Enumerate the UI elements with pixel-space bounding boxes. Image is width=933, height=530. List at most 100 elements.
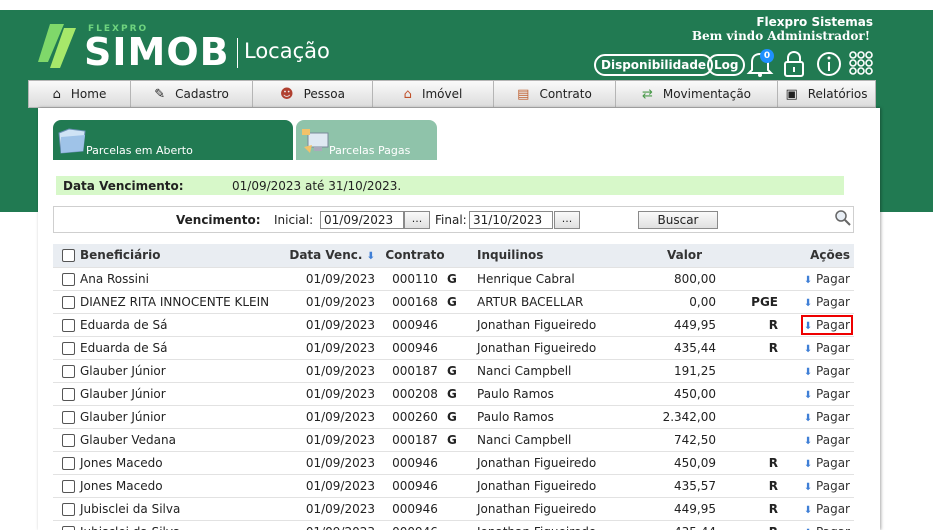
cell-status-flag: R [716,496,786,520]
apps-grid-icon[interactable] [848,50,874,76]
pagar-label: Pagar [816,478,850,493]
inicial-date-picker-button[interactable]: ... [404,211,430,229]
arrow-down-icon: ⬇ [803,481,813,493]
pagar-label: Pagar [816,409,850,424]
cell-guarantee-flag [447,496,477,520]
row-checkbox[interactable] [61,502,75,516]
pagar-button[interactable]: ⬇ Pagar [804,295,850,309]
pagar-button[interactable]: ⬇ Pagar [804,502,850,516]
row-checkbox[interactable] [61,341,75,355]
folder-icon [58,128,86,154]
cell-guarantee-flag: G [447,289,477,313]
pagar-button[interactable]: ⬇ Pagar [804,272,850,286]
search-icon[interactable] [834,209,852,227]
cell-beneficiario: Jubisclei da Silva [80,496,276,520]
welcome-text: Bem vindo Administrador! [691,29,870,43]
row-checkbox[interactable] [61,433,75,447]
col-contrato[interactable]: Contrato [383,244,447,267]
nav-home[interactable]: ⌂ Home [29,81,131,107]
cell-data-venc: 01/09/2023 [276,519,383,530]
cell-data-venc: 01/09/2023 [276,381,383,405]
cell-contrato: 000187 [383,358,447,382]
col-inquilinos[interactable]: Inquilinos [477,244,621,267]
home-icon: ⌂ [52,86,61,102]
cell-status-flag [716,427,786,451]
table-row: Jubisclei da Silva01/09/2023000946 Jonath… [53,519,854,530]
col-beneficiario[interactable]: Beneficiário [80,244,276,267]
contract-icon: ▤ [517,86,530,102]
pagar-button[interactable]: ⬇ Pagar [804,410,850,424]
table-row: Jones Macedo 01/09/2023 000946 Jonathan Fig… [53,473,854,497]
nav-relatorios[interactable]: ▣ Relatórios [778,81,875,107]
pagar-button[interactable]: ⬇ Pagar [804,456,850,470]
log-button[interactable]: Log [707,54,746,76]
col-valor[interactable]: Valor [621,244,716,267]
nav-cadastro[interactable]: ✎ Cadastro [131,81,253,107]
row-checkbox[interactable] [61,456,75,470]
tab-parcelas-pagas[interactable]: Parcelas Pagas [296,120,437,160]
nav-imovel[interactable]: ⌂ Imóvel [373,81,494,107]
cell-status-flag: R [716,519,786,530]
cell-inquilino: ARTUR BACELLAR [477,289,621,313]
row-checkbox[interactable] [61,387,75,401]
pagar-button[interactable]: ⬇ Pagar [804,341,850,355]
row-checkbox[interactable] [61,410,75,424]
table-row: Ana Rossini 01/09/2023 000110 G Henrique Cab… [53,266,854,290]
pagar-button[interactable]: ⬇ Pagar [804,525,850,530]
final-date-picker-button[interactable]: ... [554,211,580,229]
pagar-button[interactable]: ⬇ Pagar [804,433,850,447]
pagar-button[interactable]: ⬇ Pagar [804,479,850,493]
cell-status-flag [716,266,786,290]
cell-data-venc: 01/09/2023 [276,427,383,451]
lock-icon[interactable] [782,50,806,78]
house-icon: ⌂ [403,86,412,102]
pagar-button[interactable]: ⬇ Pagar [800,314,854,335]
col-data-venc[interactable]: Data Venc. ⬇ [276,244,383,267]
cell-valor: 0,00 [621,289,716,313]
nav-contrato[interactable]: ▤ Contrato [494,81,616,107]
cell-beneficiario: Glauber Vedana [80,427,276,451]
pagar-label: Pagar [816,294,850,309]
nav-label: Relatórios [807,87,868,101]
row-checkbox[interactable] [61,479,75,493]
final-date-input[interactable]: 31/10/2023 [469,211,553,229]
tab-parcelas-em-aberto[interactable]: Parcelas em Aberto [53,120,293,160]
nav-movimentacao[interactable]: ⇄ Movimentação [616,81,778,107]
row-checkbox[interactable] [61,318,75,332]
buscar-button[interactable]: Buscar [638,211,718,229]
due-date-label: Data Vencimento: [63,179,184,193]
row-checkbox[interactable] [61,525,75,530]
row-checkbox[interactable] [61,364,75,378]
cell-inquilino: Nanci Campbell [477,358,621,382]
pagar-label: Pagar [816,363,850,378]
nav-label: Movimentação [662,87,752,101]
inicial-date-input[interactable]: 01/09/2023 [320,211,404,229]
cell-valor: 800,00 [621,266,716,290]
cell-guarantee-flag: G [447,381,477,405]
simob-logo-icon [38,24,76,68]
pagar-button[interactable]: ⬇ Pagar [804,387,850,401]
cell-data-venc: 01/09/2023 [276,358,383,382]
arrow-down-icon: ⬇ [803,458,813,470]
cell-data-venc: 01/09/2023 [276,312,383,336]
info-icon[interactable] [816,51,842,77]
disponibilidade-button[interactable]: Disponibilidade [594,54,714,76]
cell-contrato: 000946 [383,335,447,359]
cell-beneficiario: Glauber Júnior [80,381,276,405]
row-checkbox[interactable] [61,295,75,309]
select-all-checkbox[interactable] [61,249,75,263]
pagar-label: Pagar [816,432,850,447]
row-checkbox[interactable] [61,272,75,286]
cell-guarantee-flag [447,519,477,530]
pagar-button[interactable]: ⬇ Pagar [804,364,850,378]
cell-valor: 435,44 [621,519,716,530]
inicial-label: Inicial: [274,213,314,227]
nav-pessoa[interactable]: ☻ Pessoa [253,81,373,107]
sort-down-icon: ⬇ [366,251,375,263]
vencimento-label: Vencimento: [176,213,261,227]
cell-data-venc: 01/09/2023 [276,450,383,474]
cell-valor: 450,00 [621,381,716,405]
arrow-down-icon: ⬇ [803,389,813,401]
nav-label: Cadastro [175,87,229,101]
cell-inquilino: Jonathan Figueiredo [477,496,621,520]
